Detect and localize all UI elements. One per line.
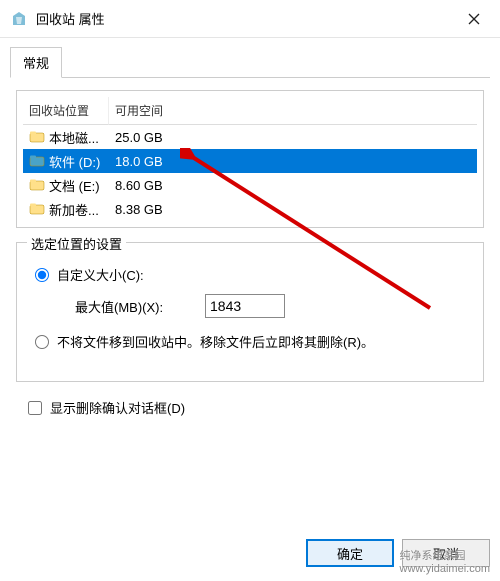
table-row[interactable]: 本地磁... 25.0 GB	[23, 125, 477, 149]
drive-icon	[29, 201, 45, 217]
cell-location-text: 软件 (D:)	[49, 152, 100, 171]
cell-location: 软件 (D:)	[23, 149, 109, 173]
recycle-bin-icon	[10, 10, 28, 28]
ok-button[interactable]: 确定	[306, 539, 394, 567]
radio-custom-size-row: 自定义大小(C):	[35, 265, 469, 284]
cell-location-text: 本地磁...	[49, 128, 99, 147]
radio-no-recycle-label[interactable]: 不将文件移到回收站中。移除文件后立即将其删除(R)。	[57, 332, 374, 351]
column-location[interactable]: 回收站位置	[23, 97, 109, 125]
settings-groupbox: 选定位置的设置 自定义大小(C): 最大值(MB)(X): 不将文件移到回收站中…	[16, 242, 484, 382]
radio-no-recycle[interactable]	[35, 335, 49, 349]
drives-table: 回收站位置 可用空间 本地磁...25.0 GB软件 (D:)18.0 GB文档…	[23, 97, 477, 221]
max-size-label: 最大值(MB)(X):	[75, 297, 205, 316]
confirm-delete-checkbox[interactable]	[28, 401, 42, 415]
drives-panel: 回收站位置 可用空间 本地磁...25.0 GB软件 (D:)18.0 GB文档…	[16, 90, 484, 228]
table-row[interactable]: 文档 (E:) 8.60 GB	[23, 173, 477, 197]
cell-location: 文档 (E:)	[23, 173, 109, 197]
tab-general[interactable]: 常规	[10, 47, 62, 78]
window-title: 回收站 属性	[36, 9, 454, 28]
cell-location-text: 新加卷...	[49, 200, 99, 219]
radio-custom-size[interactable]	[35, 268, 49, 282]
close-icon	[468, 13, 480, 25]
cell-location-text: 文档 (E:)	[49, 176, 100, 195]
table-row[interactable]: 软件 (D:) 18.0 GB	[23, 149, 477, 173]
cell-space: 25.0 GB	[109, 125, 477, 149]
cell-space: 8.38 GB	[109, 197, 477, 221]
confirm-delete-label[interactable]: 显示删除确认对话框(D)	[50, 398, 185, 417]
dialog-content: 常规 回收站位置 可用空间 本地磁... 25.0 GB 软件 (D:) 18.0 G…	[0, 38, 500, 439]
tab-strip: 常规	[10, 46, 490, 78]
confirm-delete-row: 显示删除确认对话框(D)	[28, 398, 484, 417]
cell-space: 18.0 GB	[109, 149, 477, 173]
titlebar: 回收站 属性	[0, 0, 500, 38]
cell-space: 8.60 GB	[109, 173, 477, 197]
drive-icon	[29, 129, 45, 145]
drive-icon	[29, 177, 45, 193]
drive-icon	[29, 153, 45, 169]
close-button[interactable]	[454, 4, 494, 34]
watermark-line1: 纯净系统家园	[400, 547, 490, 563]
cell-location: 新加卷...	[23, 197, 109, 221]
table-row[interactable]: 新加卷... 8.38 GB	[23, 197, 477, 221]
max-size-input[interactable]	[205, 294, 285, 318]
watermark-line2: www.yidaimei.com	[400, 563, 490, 575]
column-space[interactable]: 可用空间	[109, 97, 477, 125]
groupbox-label: 选定位置的设置	[27, 234, 126, 253]
cell-location: 本地磁...	[23, 125, 109, 149]
max-size-row: 最大值(MB)(X):	[75, 294, 469, 318]
radio-no-recycle-row: 不将文件移到回收站中。移除文件后立即将其删除(R)。	[35, 332, 469, 351]
radio-custom-size-label[interactable]: 自定义大小(C):	[57, 265, 144, 284]
watermark: 纯净系统家园 www.yidaimei.com	[400, 547, 490, 575]
table-header: 回收站位置 可用空间	[23, 97, 477, 125]
